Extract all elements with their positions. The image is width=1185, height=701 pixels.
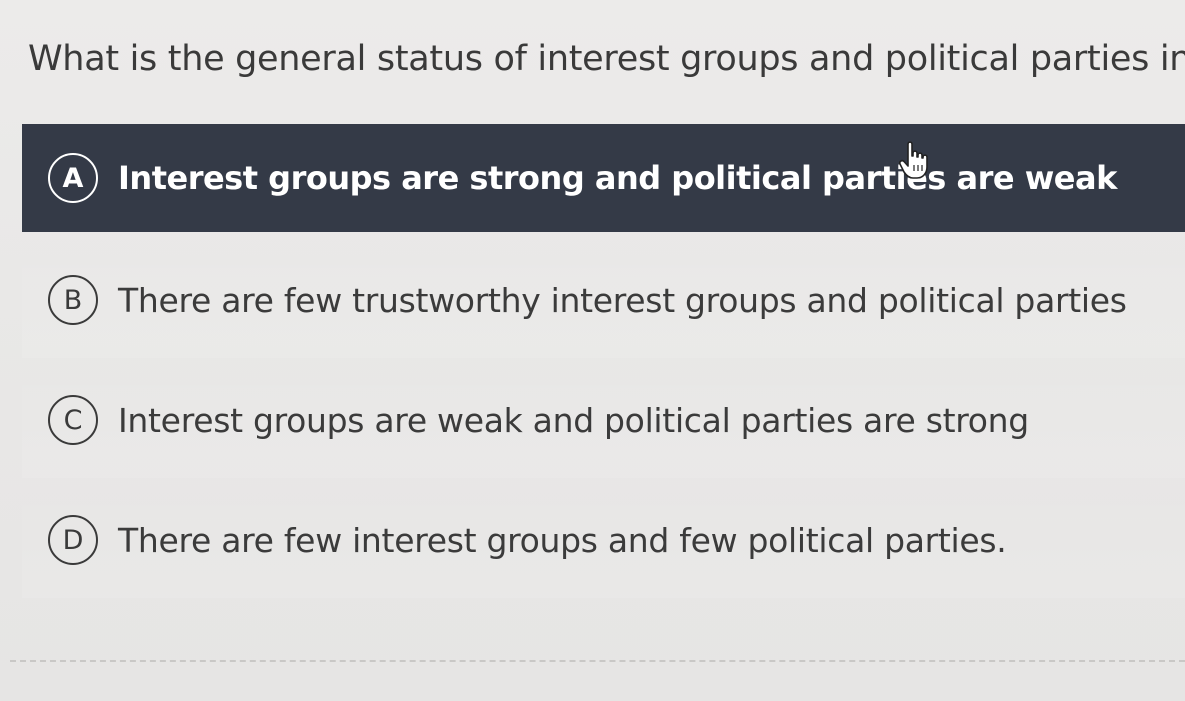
option-d[interactable]: D There are few interest groups and few … bbox=[22, 482, 1185, 598]
option-a-letter: A bbox=[48, 153, 98, 203]
option-b-label: There are few trustworthy interest group… bbox=[118, 280, 1127, 320]
dashed-divider bbox=[10, 660, 1185, 662]
option-b-letter: B bbox=[48, 275, 98, 325]
option-d-letter: D bbox=[48, 515, 98, 565]
option-c[interactable]: C Interest groups are weak and political… bbox=[22, 362, 1185, 478]
option-c-letter: C bbox=[48, 395, 98, 445]
option-a[interactable]: A Interest groups are strong and politic… bbox=[22, 124, 1185, 232]
option-c-label: Interest groups are weak and political p… bbox=[118, 400, 1029, 440]
answer-options: A Interest groups are strong and politic… bbox=[0, 0, 1185, 701]
option-a-label: Interest groups are strong and political… bbox=[118, 159, 1117, 197]
option-b[interactable]: B There are few trustworthy interest gro… bbox=[22, 242, 1185, 358]
option-d-label: There are few interest groups and few po… bbox=[118, 520, 1007, 560]
